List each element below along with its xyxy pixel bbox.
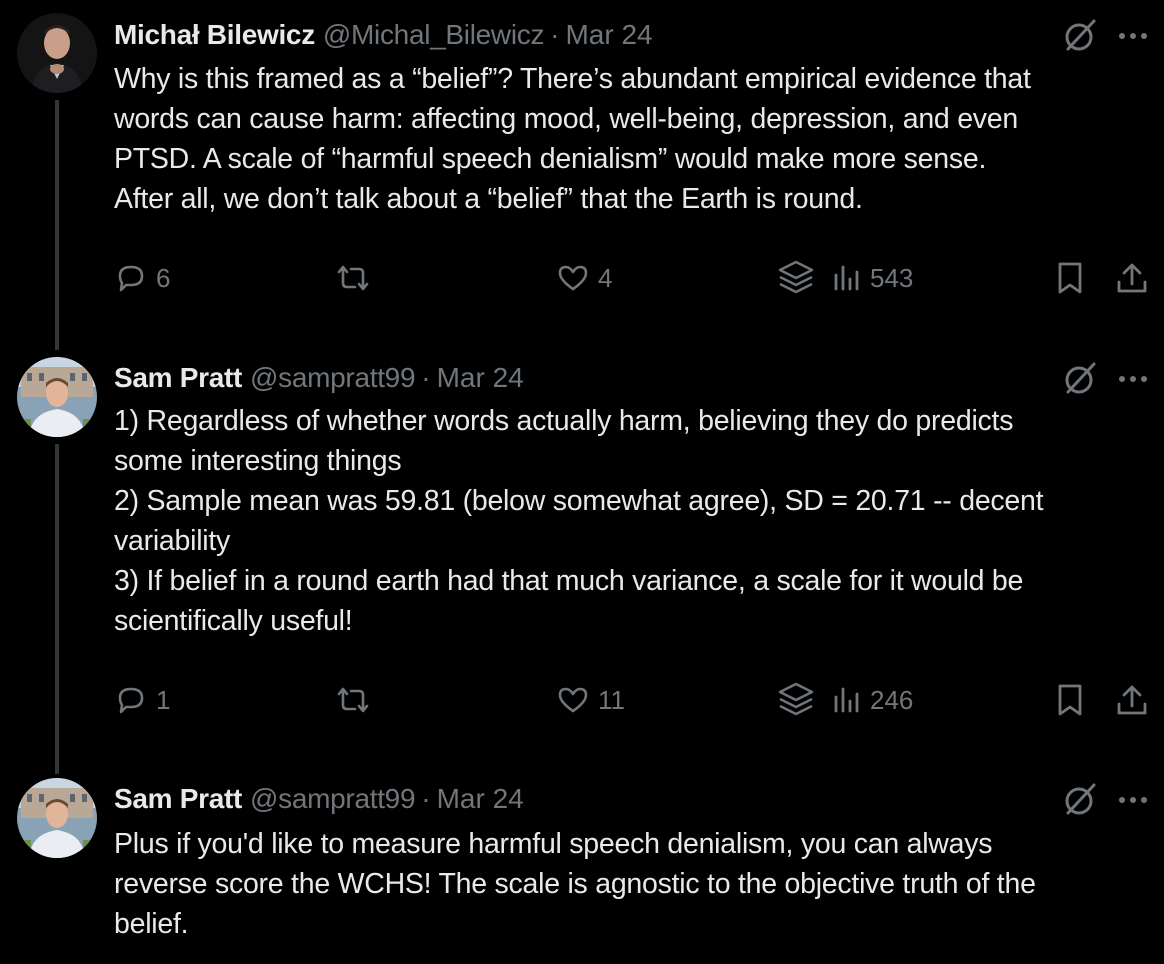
- tweet-text: Plus if you'd like to measure harmful sp…: [114, 824, 1144, 944]
- more-dots-icon[interactable]: [1118, 795, 1148, 805]
- tweet-header-actions: [1060, 780, 1148, 820]
- views-count: 543: [870, 262, 914, 293]
- retweet-icon: [334, 261, 372, 295]
- separator-dot: ·: [421, 783, 431, 814]
- tweet-date[interactable]: Mar 24: [437, 362, 524, 394]
- grok-analyze-button[interactable]: [776, 680, 816, 720]
- like-button[interactable]: 4: [556, 258, 612, 298]
- bookmark-button[interactable]: [1054, 680, 1086, 720]
- reply-icon: [114, 261, 148, 295]
- text-line: reverse score the WCHS! The scale is agn…: [114, 868, 1036, 900]
- avatar[interactable]: [17, 778, 97, 858]
- share-icon: [1114, 260, 1150, 296]
- text-line: variability: [114, 525, 231, 557]
- tweet-header-actions: [1060, 359, 1148, 399]
- views-button[interactable]: 543: [832, 258, 913, 298]
- tweet-date[interactable]: Mar 24: [437, 783, 524, 815]
- more-dots-icon[interactable]: [1118, 374, 1148, 384]
- heart-icon: [556, 261, 590, 295]
- tweet-text: 1) Regardless of whether words actually …: [114, 401, 1144, 641]
- conversation-thread: Michał Bilewicz @Michal_Bilewicz · Mar 2…: [0, 0, 1164, 964]
- action-bar: 1 11 246: [114, 680, 1150, 720]
- tweet-header: Sam Pratt @sampratt99 · Mar 24: [114, 779, 524, 819]
- tweet[interactable]: Sam Pratt @sampratt99 · Mar 24 Plus if y…: [0, 765, 1164, 964]
- like-count: 11: [598, 684, 625, 715]
- reply-button[interactable]: 6: [114, 258, 170, 298]
- author-handle[interactable]: @Michal_Bilewicz: [323, 19, 545, 51]
- text-line: Plus if you'd like to measure harmful sp…: [114, 828, 993, 860]
- text-line: Why is this framed as a “belief”? There’…: [114, 63, 1031, 95]
- avatar[interactable]: [17, 13, 97, 93]
- thread-connector-line: [55, 444, 59, 774]
- tweet-text: Why is this framed as a “belief”? There’…: [114, 59, 1144, 219]
- author-handle[interactable]: @sampratt99: [250, 362, 416, 394]
- retweet-button[interactable]: [334, 680, 372, 720]
- grok-slash-icon[interactable]: [1060, 360, 1098, 398]
- separator-dot: ·: [550, 19, 560, 50]
- views-bar-icon: [832, 261, 862, 295]
- separator-dot: ·: [421, 362, 431, 393]
- author-name[interactable]: Sam Pratt: [114, 362, 242, 394]
- grok-stack-icon: [776, 680, 816, 720]
- views-bar-icon: [832, 683, 862, 717]
- share-button[interactable]: [1114, 680, 1150, 720]
- author-handle[interactable]: @sampratt99: [250, 783, 416, 815]
- views-button[interactable]: 246: [832, 680, 913, 720]
- text-line: 1) Regardless of whether words actually …: [114, 405, 1014, 437]
- thread-connector-line: [55, 100, 59, 350]
- author-name[interactable]: Michał Bilewicz: [114, 19, 315, 51]
- grok-stack-icon: [776, 258, 816, 298]
- text-line: words can cause harm: affecting mood, we…: [114, 103, 1019, 135]
- bookmark-icon: [1054, 682, 1086, 718]
- reply-button[interactable]: 1: [114, 680, 170, 720]
- tweet-header-actions: [1060, 16, 1148, 56]
- share-button[interactable]: [1114, 258, 1150, 298]
- tweet-date[interactable]: Mar 24: [565, 19, 652, 51]
- text-line: 2) Sample mean was 59.81 (below somewhat…: [114, 485, 1044, 517]
- more-dots-icon[interactable]: [1118, 31, 1148, 41]
- tweet[interactable]: Sam Pratt @sampratt99 · Mar 24 1) Regard…: [0, 345, 1164, 774]
- text-line: scientifically useful!: [114, 605, 353, 637]
- retweet-icon: [334, 683, 372, 717]
- tweet[interactable]: Michał Bilewicz @Michal_Bilewicz · Mar 2…: [0, 0, 1164, 350]
- grok-slash-icon[interactable]: [1060, 781, 1098, 819]
- like-count: 4: [598, 262, 613, 293]
- reply-icon: [114, 683, 148, 717]
- tweet-header: Sam Pratt @sampratt99 · Mar 24: [114, 358, 524, 398]
- views-count: 246: [870, 684, 914, 715]
- share-icon: [1114, 682, 1150, 718]
- grok-slash-icon[interactable]: [1060, 17, 1098, 55]
- text-line: belief.: [114, 908, 189, 940]
- tweet-header: Michał Bilewicz @Michal_Bilewicz · Mar 2…: [114, 15, 653, 55]
- retweet-button[interactable]: [334, 258, 372, 298]
- reply-count: 1: [156, 684, 171, 715]
- like-button[interactable]: 11: [556, 680, 625, 720]
- bookmark-icon: [1054, 260, 1086, 296]
- heart-icon: [556, 683, 590, 717]
- grok-analyze-button[interactable]: [776, 258, 816, 298]
- reply-count: 6: [156, 262, 171, 293]
- author-name[interactable]: Sam Pratt: [114, 783, 242, 815]
- bookmark-button[interactable]: [1054, 258, 1086, 298]
- text-line: After all, we don’t talk about a “belief…: [114, 183, 863, 215]
- text-line: 3) If belief in a round earth had that m…: [114, 565, 1024, 597]
- text-line: some interesting things: [114, 445, 402, 477]
- action-bar: 6 4 543: [114, 258, 1150, 298]
- avatar[interactable]: [17, 357, 97, 437]
- text-line: PTSD. A scale of “harmful speech deniali…: [114, 143, 987, 175]
